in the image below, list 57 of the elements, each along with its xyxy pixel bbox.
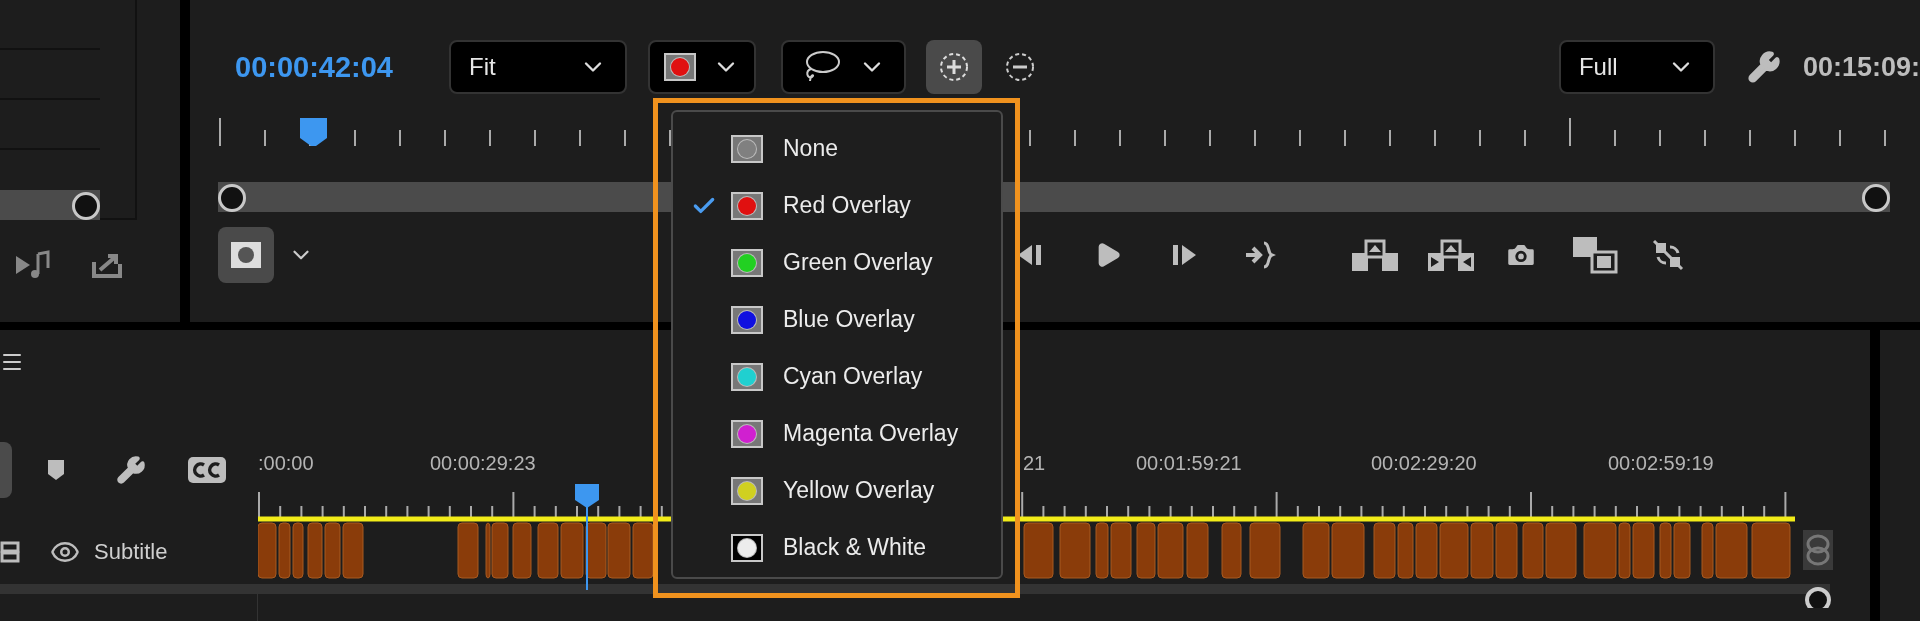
swatch-icon bbox=[731, 134, 763, 163]
captions-button[interactable] bbox=[188, 457, 226, 483]
overlay-toggle-button[interactable] bbox=[218, 227, 274, 283]
mask-tool-dropdown[interactable] bbox=[781, 40, 906, 94]
swatch-icon bbox=[731, 533, 763, 562]
menu-item[interactable]: Red Overlay bbox=[673, 177, 1001, 234]
swatch-icon bbox=[731, 476, 763, 505]
add-mask-button[interactable] bbox=[926, 40, 982, 94]
timecode-label: 00:02:59:19 bbox=[1608, 452, 1714, 475]
swatch-icon bbox=[731, 248, 763, 277]
menu-item[interactable]: Yellow Overlay bbox=[673, 462, 1001, 519]
minus-icon bbox=[1003, 52, 1037, 82]
toggle-proxies-button[interactable] bbox=[1652, 239, 1684, 271]
crossed-sync-icon bbox=[1652, 239, 1684, 271]
swatch-icon bbox=[731, 305, 763, 334]
duration-timecode: 00:15:09: bbox=[1802, 51, 1920, 83]
sync-lock-icon bbox=[0, 540, 22, 564]
go-to-out-icon bbox=[1244, 240, 1276, 270]
lift-button[interactable] bbox=[1352, 239, 1398, 271]
extract-button[interactable] bbox=[1428, 239, 1474, 271]
playhead-timecode[interactable]: 00:00:42:04 bbox=[235, 50, 393, 84]
menu-item[interactable]: Cyan Overlay bbox=[673, 348, 1001, 405]
linked-circles-icon bbox=[1803, 530, 1833, 570]
timecode-label: 00:01:59:21 bbox=[1136, 452, 1242, 475]
scroll-handle-icon bbox=[1803, 584, 1833, 608]
resolution-dropdown[interactable]: Full bbox=[1558, 40, 1715, 94]
timecode-label: 00:00:29:23 bbox=[430, 452, 536, 475]
marker-icon[interactable] bbox=[46, 458, 66, 482]
plus-icon bbox=[937, 52, 971, 82]
extract-icon bbox=[1428, 239, 1474, 271]
mask-icon bbox=[231, 242, 261, 268]
scrollbar[interactable] bbox=[0, 190, 100, 220]
timeline-settings-button[interactable] bbox=[116, 455, 146, 485]
swatch-icon bbox=[731, 191, 763, 220]
timecode-label: :00:00 bbox=[258, 452, 314, 475]
cc-icon bbox=[188, 457, 226, 483]
track-name: Subtitle bbox=[94, 539, 168, 565]
menu-item[interactable]: Blue Overlay bbox=[673, 291, 1001, 348]
settings-button[interactable] bbox=[1746, 50, 1781, 84]
menu-item[interactable]: Green Overlay bbox=[673, 234, 1001, 291]
film-frames-icon bbox=[1572, 236, 1618, 274]
menu-item[interactable]: Black & White bbox=[673, 519, 1001, 576]
zoom-dropdown[interactable]: Fit bbox=[449, 40, 627, 94]
menu-item[interactable]: Magenta Overlay bbox=[673, 405, 1001, 462]
timecode-label: 00:02:29:20 bbox=[1371, 452, 1477, 475]
swatch-icon bbox=[731, 419, 763, 448]
step-forward-icon bbox=[1170, 242, 1198, 268]
swatch-icon bbox=[731, 362, 763, 391]
menu-item[interactable]: None bbox=[673, 120, 1001, 177]
step-forward-button[interactable] bbox=[1170, 242, 1198, 268]
timecode-label: 21 bbox=[1023, 452, 1046, 475]
track-scrollbar[interactable] bbox=[0, 584, 1830, 594]
overlay-dropdown[interactable] bbox=[648, 40, 756, 94]
play-audio-icon[interactable] bbox=[14, 250, 50, 280]
comparison-view-button[interactable] bbox=[1572, 236, 1618, 274]
lift-icon bbox=[1352, 239, 1398, 271]
go-to-out-button[interactable] bbox=[1244, 240, 1276, 270]
